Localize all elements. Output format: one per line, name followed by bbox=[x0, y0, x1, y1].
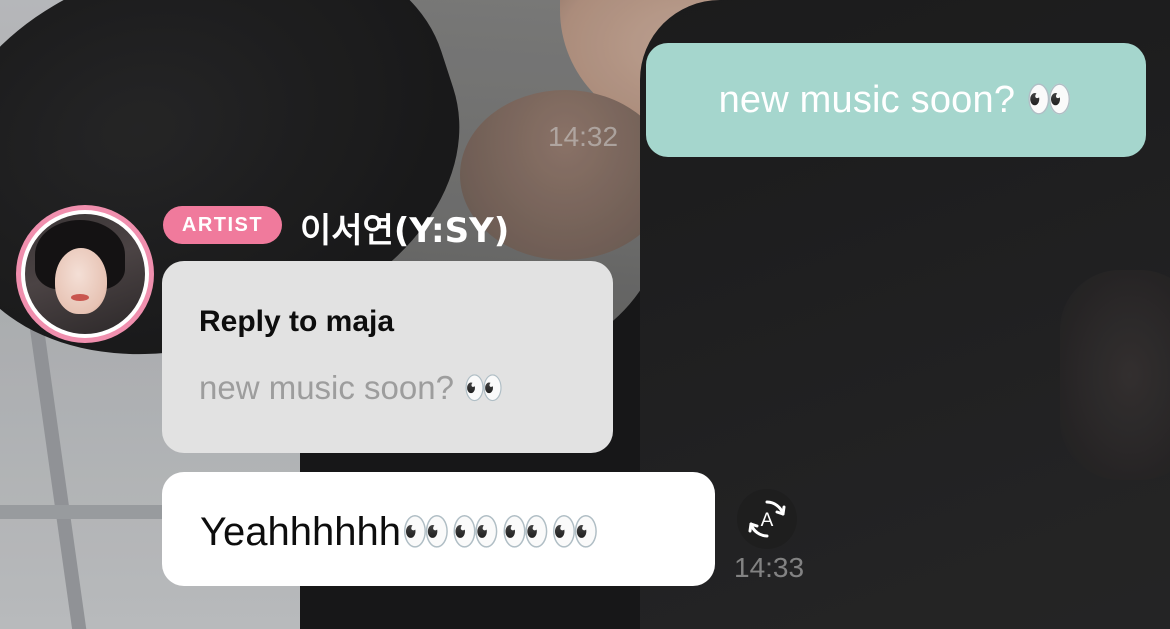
artist-badge: ARTIST bbox=[163, 206, 282, 244]
chat-screen: new music soon? 👀 14:32 ARTIST 이서연(Y:SY)… bbox=[0, 0, 1170, 629]
incoming-message-bubble[interactable]: Yeahhhhhh👀👀👀👀 bbox=[162, 472, 715, 586]
incoming-message-text: Yeahhhhhh👀👀👀👀 bbox=[200, 510, 601, 554]
svg-text:A: A bbox=[761, 510, 774, 531]
auto-translate-button[interactable]: A bbox=[737, 489, 797, 549]
incoming-message-time: 14:33 bbox=[734, 552, 805, 583]
reply-quoted-text: new music soon? 👀 bbox=[199, 369, 505, 406]
artist-avatar[interactable] bbox=[16, 205, 154, 343]
outgoing-message-time: 14:32 bbox=[548, 121, 619, 152]
outgoing-message-text: new music soon? 👀 bbox=[718, 79, 1074, 121]
outgoing-message-bubble[interactable]: new music soon? 👀 bbox=[646, 43, 1146, 157]
auto-translate-icon: A bbox=[748, 500, 786, 538]
reply-label: Reply to maja bbox=[199, 305, 395, 338]
sender-name[interactable]: 이서연(Y:SY) bbox=[300, 203, 509, 252]
reply-quote-bubble[interactable]: Reply to maja new music soon? 👀 bbox=[162, 261, 613, 453]
